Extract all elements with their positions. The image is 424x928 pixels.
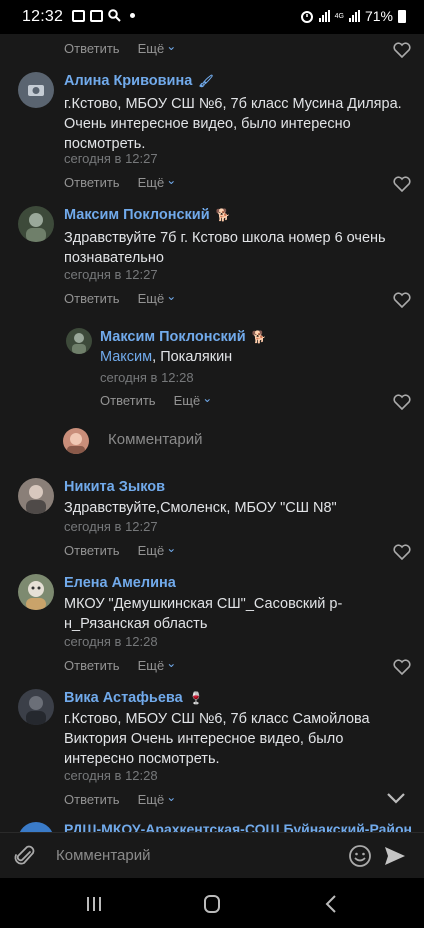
comment-author[interactable]: Елена Амелина: [64, 575, 176, 591]
comment-actions: Ответить Ещё: [64, 658, 176, 673]
more-link[interactable]: Ещё: [138, 175, 177, 190]
comment-date: сегодня в 12:27: [64, 151, 158, 166]
heart-icon[interactable]: [393, 659, 411, 675]
recent-apps-icon[interactable]: [82, 894, 106, 914]
message-icon: [72, 9, 85, 22]
reply-link[interactable]: Ответить: [64, 658, 120, 673]
more-link[interactable]: Ещё: [138, 291, 177, 306]
more-link[interactable]: Ещё: [174, 393, 213, 408]
status-time: 12:32: [22, 8, 64, 25]
comment-composer: Комментарий: [0, 832, 424, 878]
status-bar: 12:32 4G 71%: [0, 0, 424, 34]
heart-icon[interactable]: [393, 176, 411, 192]
comment-author[interactable]: Никита Зыков: [64, 479, 165, 495]
person-icon: [26, 581, 46, 610]
author-emoji: 🖌: [198, 74, 214, 88]
comment-actions: Ответить Ещё: [64, 175, 176, 190]
network-type: 4G: [334, 12, 344, 20]
comment-author[interactable]: Максим Поклонский 🐕: [64, 207, 231, 223]
reply-link[interactable]: Ответить: [64, 543, 120, 558]
more-notifications-dot: [130, 13, 135, 18]
comment-date: сегодня в 12:28: [64, 634, 158, 649]
person-icon: [26, 213, 46, 242]
comment-date: сегодня в 12:28: [64, 768, 158, 783]
reply-mention[interactable]: Максим: [100, 349, 152, 365]
prev-comment-actions: Ответить Ещё: [64, 41, 176, 56]
person-icon: [26, 696, 46, 725]
avatar[interactable]: [18, 822, 54, 832]
back-icon[interactable]: [320, 894, 344, 914]
heart-icon[interactable]: [393, 544, 411, 560]
inline-comment-field[interactable]: Комментарий: [63, 426, 412, 454]
reply-date: сегодня в 12:28: [100, 370, 194, 385]
comment-author[interactable]: Вика Астафьева 🍷: [64, 690, 204, 706]
person-icon: [26, 485, 46, 514]
reply-link[interactable]: Ответить: [100, 393, 156, 408]
comment-date: сегодня в 12:27: [64, 267, 158, 282]
comment-actions: Ответить Ещё: [64, 291, 176, 306]
comment-text: г.Кстово, МБОУ СШ №6, 7б класс Мусина Ди…: [64, 96, 402, 152]
more-link[interactable]: Ещё: [138, 658, 177, 673]
comment-author[interactable]: Алина Кривовина 🖌: [64, 73, 214, 89]
person-icon: [67, 433, 85, 454]
comment-input[interactable]: Комментарий: [56, 847, 150, 864]
battery-icon: [398, 9, 406, 23]
home-icon[interactable]: [200, 894, 224, 914]
reply-link[interactable]: Ответить: [64, 175, 120, 190]
heart-icon[interactable]: [393, 42, 411, 58]
status-system-icons: 4G 71%: [300, 8, 406, 24]
comment-text: Здравствуйте 7б г. Кстово школа номер 6 …: [64, 230, 386, 266]
reply-actions: Ответить Ещё: [100, 393, 212, 408]
more-link[interactable]: Ещё: [138, 792, 177, 807]
gallery-icon: [90, 9, 103, 22]
comment-text: Здравствуйте,Смоленск, МБОУ "СШ N8": [64, 500, 337, 516]
send-icon[interactable]: [384, 846, 406, 866]
comment-actions: Ответить Ещё: [64, 792, 176, 807]
camera-icon: [28, 85, 44, 96]
reply-link[interactable]: Ответить: [64, 792, 120, 807]
battery-percent: 71%: [364, 8, 393, 24]
signal-icon-2: [348, 10, 360, 22]
author-emoji: 🍷: [188, 691, 204, 705]
avatar[interactable]: [18, 478, 54, 514]
avatar[interactable]: [18, 206, 54, 242]
author-emoji: 🐕: [251, 330, 267, 344]
emoji-icon[interactable]: [348, 844, 372, 868]
avatar[interactable]: [18, 72, 54, 108]
comment-author[interactable]: РДШ-МКОУ-Арахкентская-СОШ Буйнакский-Рай…: [64, 821, 412, 832]
heart-icon[interactable]: [393, 292, 411, 308]
status-notification-icons: [72, 9, 135, 22]
inline-comment-placeholder: Комментарий: [108, 431, 203, 448]
signal-icon: [318, 10, 330, 22]
reply-text: Максим, Покалякин: [100, 349, 233, 365]
system-navigation-bar: [0, 878, 424, 928]
scroll-down-chevron-icon[interactable]: [386, 792, 406, 804]
heart-icon[interactable]: [393, 394, 411, 410]
reply-avatar[interactable]: [66, 328, 92, 354]
attach-icon[interactable]: [14, 844, 36, 868]
comment-text: МКОУ "Демушкинская СШ"_Сасовский р-н_Ряз…: [64, 596, 343, 632]
my-avatar: [63, 428, 89, 454]
person-icon: [72, 333, 86, 354]
reply-link[interactable]: Ответить: [64, 41, 120, 56]
comments-feed[interactable]: Ответить Ещё Алина Кривовина🖌 г.Кстово, …: [0, 34, 424, 832]
comment-actions: Ответить Ещё: [64, 543, 176, 558]
author-emoji: 🐕: [215, 208, 231, 222]
avatar[interactable]: [18, 574, 54, 610]
more-link[interactable]: Ещё: [138, 41, 177, 56]
search-icon: [108, 9, 121, 22]
comment-text: г.Кстово, МБОУ СШ №6, 7б класс Самойлова…: [64, 711, 370, 767]
comment-date: сегодня в 12:27: [64, 519, 158, 534]
reply-link[interactable]: Ответить: [64, 291, 120, 306]
more-link[interactable]: Ещё: [138, 543, 177, 558]
reply-author[interactable]: Максим Поклонский 🐕: [100, 329, 267, 345]
alarm-icon: [300, 11, 313, 23]
avatar[interactable]: [18, 689, 54, 725]
